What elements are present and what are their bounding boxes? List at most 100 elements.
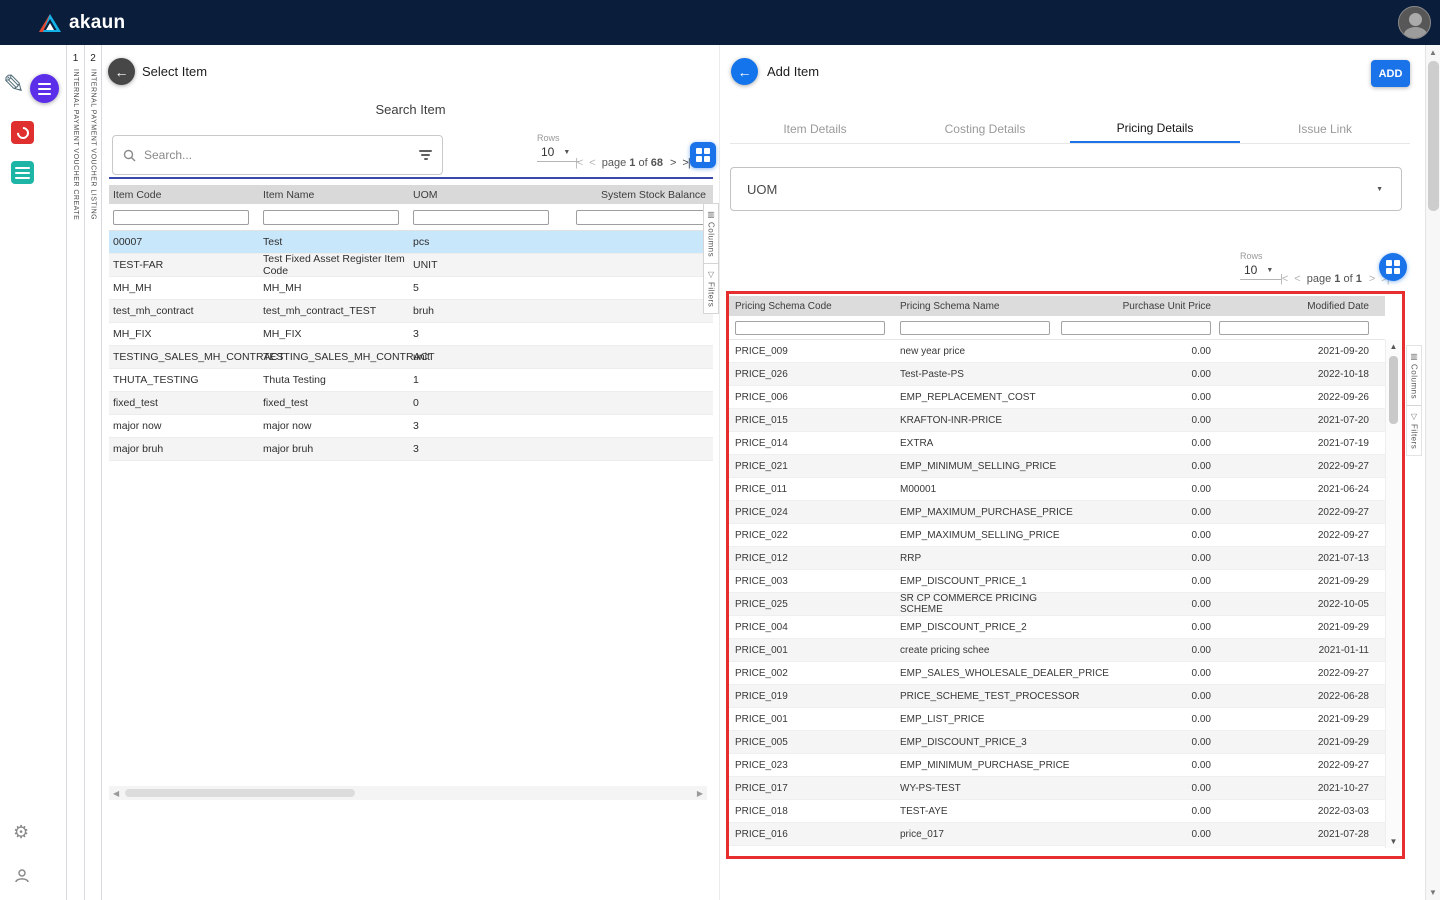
prev-page-icon[interactable]: < [589, 157, 594, 169]
next-page-icon[interactable]: > [670, 157, 675, 169]
pricing-table-row[interactable]: PRICE_016 price_017 0.00 2021-07-28 [729, 823, 1385, 846]
pricing-table-row[interactable]: PRICE_005 EMP_DISCOUNT_PRICE_3 0.00 2021… [729, 731, 1385, 754]
item-table-row[interactable]: fixed_test fixed_test 0 [109, 392, 713, 415]
scroll-right-icon[interactable]: ▶ [697, 789, 703, 798]
item-table-row[interactable]: MH_FIX MH_FIX 3 [109, 323, 713, 346]
item-table-row[interactable]: major now major now 3 [109, 415, 713, 438]
filter-purchase-unit-price-input[interactable] [1061, 321, 1211, 335]
columns-side-tab[interactable]: ▥ Columns [1407, 346, 1421, 406]
back-button[interactable]: ← [731, 58, 758, 85]
column-header[interactable]: Pricing Schema Name [894, 301, 1059, 312]
filter-item-name-input[interactable] [263, 210, 399, 225]
pricing-table-row[interactable]: PRICE_002 EMP_SALES_WHOLESALE_DEALER_PRI… [729, 662, 1385, 685]
pricing-table-row[interactable]: PRICE_023 EMP_MINIMUM_PURCHASE_PRICE 0.0… [729, 754, 1385, 777]
menu-toggle-button[interactable] [30, 74, 59, 103]
page-vertical-scrollbar[interactable]: ▲ ▼ [1425, 45, 1440, 900]
first-page-icon[interactable]: |< [1280, 273, 1287, 285]
rows-per-page-select[interactable]: 10 ▼ [1240, 261, 1282, 280]
item-table-row[interactable]: TESTING_SALES_MH_CONTRACT TESTING_SALES_… [109, 346, 713, 369]
purchase-unit-price-cell: 0.00 [1059, 438, 1217, 449]
item-table-row[interactable]: test_mh_contract test_mh_contract_TEST b… [109, 300, 713, 323]
prev-page-icon[interactable]: < [1294, 273, 1299, 285]
columns-side-tab[interactable]: ▥ Columns [704, 204, 718, 264]
filter-funnel-icon[interactable] [419, 150, 432, 160]
scrollbar-thumb[interactable] [1389, 356, 1398, 424]
scroll-down-icon[interactable]: ▼ [1426, 888, 1440, 897]
pricing-table-row[interactable]: PRICE_012 RRP 0.00 2021-07-13 [729, 547, 1385, 570]
pricing-table-row[interactable]: PRICE_019 PRICE_SCHEME_TEST_PROCESSOR 0.… [729, 685, 1385, 708]
rows-per-page-select[interactable]: 10 ▼ [537, 143, 579, 162]
column-header[interactable]: Item Code [109, 189, 259, 201]
pricing-table-row[interactable]: PRICE_003 EMP_DISCOUNT_PRICE_1 0.00 2021… [729, 570, 1385, 593]
scroll-left-icon[interactable]: ◀ [113, 789, 119, 798]
horizontal-scrollbar[interactable]: ◀ ▶ [109, 786, 707, 800]
pricing-table-row[interactable]: PRICE_006 EMP_REPLACEMENT_COST 0.00 2022… [729, 386, 1385, 409]
pdf-export-icon[interactable] [11, 121, 34, 144]
filters-side-tab[interactable]: ▽ Filters [704, 264, 718, 313]
table-side-tabs: ▥ Columns ▽ Filters [703, 203, 719, 314]
listing-icon[interactable] [11, 161, 34, 184]
pricing-schema-name-cell: EMP_LIST_PRICE [894, 714, 1059, 725]
filter-uom-input[interactable] [413, 210, 549, 225]
item-code-cell: THUTA_TESTING [109, 374, 259, 386]
table-vertical-scrollbar[interactable]: ▲ ▼ [1385, 340, 1401, 848]
item-table-row[interactable]: 00007 Test pcs [109, 231, 713, 254]
scrollbar-thumb[interactable] [125, 789, 355, 797]
pricing-table-row[interactable]: PRICE_022 EMP_MAXIMUM_SELLING_PRICE 0.00… [729, 524, 1385, 547]
edit-pencil-icon[interactable]: ✎ [3, 69, 25, 100]
tab-item-details[interactable]: Item Details [730, 115, 900, 143]
tab-costing-details[interactable]: Costing Details [900, 115, 1070, 143]
pricing-table-row[interactable]: PRICE_025 SR CP COMMERCE PRICING SCHEME … [729, 593, 1385, 616]
filter-stock-balance-input[interactable] [576, 210, 706, 225]
workspace-tab-2[interactable]: 2 INTERNAL PAYMENT VOUCHER LISTING [84, 45, 102, 900]
first-page-icon[interactable]: |< [575, 157, 582, 169]
column-header[interactable]: Item Name [259, 189, 409, 201]
column-header[interactable]: Pricing Schema Code [729, 301, 894, 312]
item-table-row[interactable]: MH_MH MH_MH 5 [109, 277, 713, 300]
pricing-table-row[interactable]: PRICE_011 M00001 0.00 2021-06-24 [729, 478, 1385, 501]
uom-dropdown[interactable]: UOM ▼ [730, 167, 1402, 211]
last-page-icon[interactable]: >| [682, 157, 689, 169]
column-header[interactable]: UOM [409, 189, 559, 201]
column-header[interactable]: Purchase Unit Price [1059, 301, 1217, 312]
scroll-up-icon[interactable]: ▲ [1386, 342, 1401, 351]
pricing-table-row[interactable]: PRICE_021 EMP_MINIMUM_SELLING_PRICE 0.00… [729, 455, 1385, 478]
scroll-down-icon[interactable]: ▼ [1386, 837, 1401, 846]
search-input[interactable] [144, 148, 411, 162]
pricing-table-row[interactable]: PRICE_015 KRAFTON-INR-PRICE 0.00 2021-07… [729, 409, 1385, 432]
column-header[interactable]: Modified Date [1217, 301, 1379, 312]
scrollbar-thumb[interactable] [1428, 61, 1439, 211]
back-button[interactable]: ← [108, 58, 135, 85]
pricing-table-row[interactable]: PRICE_009 new year price 0.00 2021-09-20 [729, 340, 1385, 363]
tab-issue-link[interactable]: Issue Link [1240, 115, 1410, 143]
item-table-row[interactable]: major bruh major bruh 3 [109, 438, 713, 461]
filter-item-code-input[interactable] [113, 210, 249, 225]
settings-gear-icon[interactable]: ⚙ [13, 822, 29, 843]
profile-person-icon[interactable] [13, 867, 31, 890]
next-page-icon[interactable]: > [1369, 273, 1374, 285]
user-avatar[interactable] [1398, 6, 1431, 39]
workspace-tab-1[interactable]: 1 INTERNAL PAYMENT VOUCHER CREATE [66, 45, 84, 900]
pricing-table-row[interactable]: PRICE_017 WY-PS-TEST 0.00 2021-10-27 [729, 777, 1385, 800]
brand-logo[interactable]: akaun [38, 12, 125, 34]
pricing-table-row[interactable]: PRICE_014 EXTRA 0.00 2021-07-19 [729, 432, 1385, 455]
filter-pricing-schema-name-input[interactable] [900, 321, 1050, 335]
item-table-row[interactable]: TEST-FAR Test Fixed Asset Register Item … [109, 254, 713, 277]
add-button[interactable]: ADD [1371, 60, 1410, 87]
pricing-table-row[interactable]: PRICE_024 EMP_MAXIMUM_PURCHASE_PRICE 0.0… [729, 501, 1385, 524]
filters-label: Filters [1410, 424, 1419, 449]
item-table-row[interactable]: THUTA_TESTING Thuta Testing 1 [109, 369, 713, 392]
grid-view-button[interactable] [1379, 253, 1407, 281]
filters-side-tab[interactable]: ▽ Filters [1407, 406, 1421, 455]
scroll-up-icon[interactable]: ▲ [1426, 48, 1440, 57]
filter-modified-date-input[interactable] [1219, 321, 1369, 335]
column-header[interactable]: System Stock Balance [559, 189, 713, 201]
pricing-table-row[interactable]: PRICE_004 EMP_DISCOUNT_PRICE_2 0.00 2021… [729, 616, 1385, 639]
filter-pricing-schema-code-input[interactable] [735, 321, 885, 335]
pricing-table-row[interactable]: PRICE_026 Test-Paste-PS 0.00 2022-10-18 [729, 363, 1385, 386]
grid-view-button[interactable] [690, 142, 716, 168]
pricing-table-row[interactable]: PRICE_001 EMP_LIST_PRICE 0.00 2021-09-29 [729, 708, 1385, 731]
pricing-table-row[interactable]: PRICE_018 TEST-AYE 0.00 2022-03-03 [729, 800, 1385, 823]
tab-pricing-details[interactable]: Pricing Details [1070, 115, 1240, 143]
pricing-table-row[interactable]: PRICE_001 create pricing schee 0.00 2021… [729, 639, 1385, 662]
